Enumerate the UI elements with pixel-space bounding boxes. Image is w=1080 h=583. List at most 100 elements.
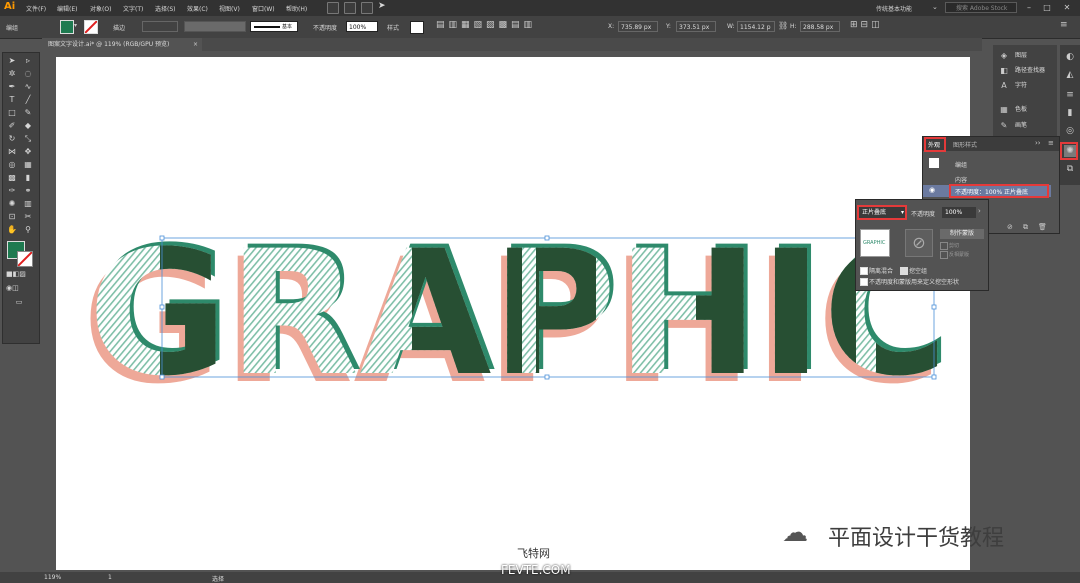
graphic-style-swatch[interactable] xyxy=(410,21,424,34)
free-transform-icon[interactable]: ✥ xyxy=(22,146,34,157)
zoom-level[interactable]: 119% xyxy=(44,574,61,581)
stroke-weight-field[interactable] xyxy=(142,21,178,32)
pen-tool-icon[interactable]: ✒ xyxy=(6,81,18,92)
zoom-tool-icon[interactable]: ⚲ xyxy=(22,224,34,235)
draw-modes-icon[interactable]: ◉◫ xyxy=(6,283,19,294)
invert-mask-checkbox[interactable] xyxy=(940,251,948,259)
tab-graphic-styles[interactable]: 图形样式 xyxy=(953,140,977,149)
width-field[interactable]: 1154.12 p xyxy=(737,21,775,32)
stock-icon[interactable] xyxy=(344,2,356,14)
variable-width-select[interactable] xyxy=(184,21,246,32)
color-panel-icon[interactable]: ◐ xyxy=(1064,51,1076,63)
slice-tool-icon[interactable]: ✂ xyxy=(22,211,34,222)
hand-tool-icon[interactable]: ✋ xyxy=(6,224,18,235)
direct-selection-tool-icon[interactable]: ▹ xyxy=(22,55,34,66)
gradient-tool-icon[interactable]: ▮ xyxy=(22,172,34,183)
chevron-down-icon[interactable]: ⌄ xyxy=(932,3,938,11)
artboard-number[interactable]: 1 xyxy=(108,574,112,581)
link-proportions-icon[interactable]: ⛓ xyxy=(778,21,788,30)
artboard-tool-icon[interactable]: ⊡ xyxy=(6,211,18,222)
close-icon[interactable]: × xyxy=(193,38,198,51)
line-tool-icon[interactable]: ╱ xyxy=(22,94,34,105)
mesh-tool-icon[interactable]: ▩ xyxy=(6,172,18,183)
curvature-tool-icon[interactable]: ∿ xyxy=(22,81,34,92)
stroke-panel-icon[interactable]: ≡ xyxy=(1064,89,1076,101)
screen-mode-icon[interactable]: ▭ xyxy=(13,297,25,308)
collapse-icon[interactable]: ›› xyxy=(1035,139,1041,147)
paintbrush-icon[interactable]: ✎ xyxy=(22,107,34,118)
define-knockout-checkbox[interactable] xyxy=(860,278,868,286)
rotate-tool-icon[interactable]: ↻ xyxy=(6,133,18,144)
maximize-icon[interactable]: □ xyxy=(1040,2,1054,13)
panel-menu-icon[interactable]: ≡ xyxy=(1048,139,1054,147)
gpu-performance-icon[interactable]: ➤ xyxy=(378,1,386,11)
menu-window[interactable]: 窗口(W) xyxy=(252,4,275,13)
shaper-tool-icon[interactable]: ✐ xyxy=(6,120,18,131)
document-tab[interactable]: 图案文字设计.ai* @ 119% (RGB/GPU 预览) × xyxy=(42,38,202,51)
stroke-swatch[interactable] xyxy=(84,20,98,34)
stroke-profile-select[interactable]: 基本 xyxy=(250,21,298,32)
minimize-icon[interactable]: – xyxy=(1022,2,1036,13)
rectangle-tool-icon[interactable]: □ xyxy=(6,107,18,118)
graphic-artwork[interactable]: GRAPHIC GRAPHIC GRAPHIC GRAPHIC xyxy=(56,57,970,570)
align-icons[interactable]: ▤▥▦▧▨▩▤▥ xyxy=(436,20,616,32)
delete-item-icon[interactable]: 🗑 xyxy=(1038,223,1047,231)
knockout-group-checkbox[interactable] xyxy=(900,267,908,275)
bridge-icon[interactable] xyxy=(327,2,339,14)
y-position-field[interactable]: 373.51 px xyxy=(676,21,716,32)
dock-item-layers[interactable]: ◈ 图层 xyxy=(993,49,1057,63)
color-guide-icon[interactable]: ◭ xyxy=(1064,69,1076,81)
type-tool-icon[interactable]: T xyxy=(6,94,18,105)
opacity-field[interactable]: 100% xyxy=(942,207,976,218)
menu-help[interactable]: 帮助(H) xyxy=(286,4,307,13)
menu-object[interactable]: 对象(O) xyxy=(90,4,111,13)
lasso-icon[interactable]: ◌ xyxy=(22,68,34,79)
menu-select[interactable]: 选择(S) xyxy=(155,4,176,13)
search-input[interactable]: 搜索 Adobe Stock xyxy=(945,2,1017,13)
eraser-icon[interactable]: ◆ xyxy=(22,120,34,131)
stroke-color-swatch[interactable] xyxy=(17,251,33,267)
perspective-grid-icon[interactable]: ▦ xyxy=(22,159,34,170)
isolate-blending-checkbox[interactable] xyxy=(860,267,868,275)
dock-item-swatches[interactable]: ▦ 色板 xyxy=(993,103,1057,117)
chevron-right-icon[interactable]: › xyxy=(978,207,981,215)
clip-checkbox[interactable] xyxy=(940,242,948,250)
menu-effect[interactable]: 效果(C) xyxy=(187,4,208,13)
graph-tool-icon[interactable]: ▥ xyxy=(22,198,34,209)
arrange-documents-icon[interactable] xyxy=(361,2,373,14)
eyedropper-icon[interactable]: ✑ xyxy=(6,185,18,196)
opacity-label[interactable]: 不透明度 xyxy=(313,23,337,32)
graphic-styles-icon[interactable]: ⧉ xyxy=(1064,163,1076,175)
duplicate-item-icon[interactable]: ⧉ xyxy=(1023,223,1028,232)
opacity-field[interactable]: 100% xyxy=(346,21,378,32)
gradient-panel-icon[interactable]: ▮ xyxy=(1064,107,1076,119)
height-field[interactable]: 288.58 px xyxy=(800,21,840,32)
symbol-sprayer-icon[interactable]: ✺ xyxy=(6,198,18,209)
menu-icon[interactable]: ≡ xyxy=(1060,20,1068,30)
selection-tool-icon[interactable]: ➤ xyxy=(6,55,18,66)
close-icon[interactable]: ✕ xyxy=(1060,2,1074,13)
fill-swatch[interactable] xyxy=(60,20,74,34)
scale-tool-icon[interactable]: ⤡ xyxy=(22,133,34,144)
artboard[interactable]: GRAPHIC GRAPHIC GRAPHIC GRAPHIC xyxy=(56,57,970,570)
x-position-field[interactable]: 735.89 px xyxy=(618,21,658,32)
color-modes-icon[interactable]: ■◧▨ xyxy=(6,269,26,280)
transform-icons[interactable]: ⊞⊟◫ xyxy=(850,20,883,30)
contents-label[interactable]: 内容 xyxy=(955,175,967,184)
dock-item-pathfinder[interactable]: ◧ 路径查找器 xyxy=(993,64,1057,78)
workspace-switcher[interactable]: 传统基本功能 xyxy=(876,4,912,13)
magic-wand-icon[interactable]: ✲ xyxy=(6,68,18,79)
menu-edit[interactable]: 编辑(E) xyxy=(57,4,77,13)
menu-type[interactable]: 文字(T) xyxy=(123,4,143,13)
clear-appearance-icon[interactable]: ⊘ xyxy=(1007,223,1013,231)
make-mask-button[interactable]: 制作蒙版 xyxy=(940,229,984,239)
menu-view[interactable]: 视图(V) xyxy=(219,4,240,13)
chevron-down-icon[interactable]: ▾ xyxy=(74,22,77,29)
width-tool-icon[interactable]: ⋈ xyxy=(6,146,18,157)
menu-file[interactable]: 文件(F) xyxy=(26,4,46,13)
dock-item-character[interactable]: A 字符 xyxy=(993,79,1057,93)
blend-tool-icon[interactable]: ⚭ xyxy=(22,185,34,196)
transparency-panel-icon[interactable]: ◎ xyxy=(1064,125,1076,137)
dock-item-brushes[interactable]: ✎ 画笔 xyxy=(993,119,1057,133)
visibility-eye-icon[interactable]: ◉ xyxy=(929,186,935,194)
